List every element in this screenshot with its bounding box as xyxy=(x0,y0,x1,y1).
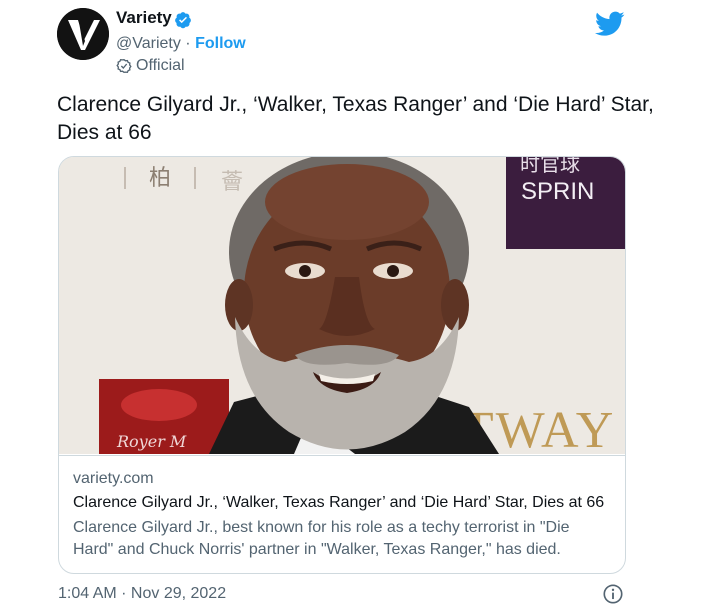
author-handle[interactable]: @Variety xyxy=(116,35,181,52)
backdrop-script-text: Royer M xyxy=(116,432,187,451)
link-card[interactable]: 时官球 SPRIN 柏 薈 Royer M STWAY variety.com … xyxy=(58,156,626,574)
official-label-row: Official xyxy=(116,57,185,75)
handle-separator: · xyxy=(180,35,196,52)
avatar[interactable] xyxy=(57,8,109,60)
twitter-bird-icon[interactable] xyxy=(595,11,625,37)
card-description: Clarence Gilyard Jr., best known for his… xyxy=(73,519,570,558)
card-meta[interactable]: variety.com Clarence Gilyard Jr., ‘Walke… xyxy=(59,455,625,573)
official-badge-icon xyxy=(116,58,132,74)
info-icon[interactable] xyxy=(602,583,624,605)
tweet-timestamp[interactable]: 1:04 AM · Nov 29, 2022 xyxy=(58,585,226,603)
card-title: Clarence Gilyard Jr., ‘Walker, Texas Ran… xyxy=(73,494,605,511)
backdrop-sign-text: SPRIN xyxy=(521,178,594,205)
official-label: Official xyxy=(136,57,185,74)
follow-button[interactable]: Follow xyxy=(195,35,246,52)
author-name[interactable]: Variety xyxy=(116,8,172,28)
handle-line: @Variety · Follow xyxy=(116,35,246,53)
backdrop-char-1: 柏 xyxy=(149,166,171,191)
backdrop-sign-top: 时官球 xyxy=(520,157,580,176)
backdrop-char-2: 薈 xyxy=(221,170,243,195)
tweet-text: Clarence Gilyard Jr., ‘Walker, Texas Ran… xyxy=(57,93,654,144)
verified-badge-icon xyxy=(175,12,191,29)
card-domain: variety.com xyxy=(73,470,154,487)
card-photo: 时官球 SPRIN 柏 薈 Royer M STWAY xyxy=(59,157,625,454)
variety-logo xyxy=(57,8,109,60)
card-image[interactable]: 时官球 SPRIN 柏 薈 Royer M STWAY xyxy=(59,157,625,454)
